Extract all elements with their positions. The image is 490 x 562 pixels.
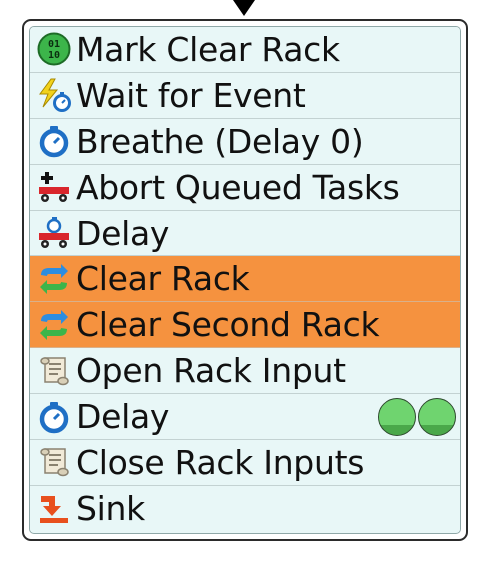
activity-label: Abort Queued Tasks	[76, 167, 400, 207]
activity-row-delay[interactable]: Delay	[30, 394, 460, 441]
activity-block[interactable]: 01 10 Mark Clear Rack Wait for Event Bre…	[22, 19, 468, 541]
activity-label: Clear Second Rack	[76, 305, 380, 345]
status-indicator-dot	[418, 397, 456, 436]
activity-label: Delay	[76, 397, 170, 437]
activity-row-delay-cart[interactable]: Delay	[30, 210, 460, 257]
activity-row-close-rack-inputs[interactable]: Close Rack Inputs	[30, 440, 460, 486]
activity-label: Breathe (Delay 0)	[76, 121, 364, 161]
activity-label: Close Rack Inputs	[76, 442, 365, 482]
cart-plus-icon	[36, 169, 72, 205]
cart-timer-icon	[36, 215, 72, 251]
svg-text:01: 01	[48, 39, 60, 50]
activity-row-breathe[interactable]: Breathe (Delay 0)	[30, 118, 460, 165]
svg-text:10: 10	[48, 50, 60, 61]
stopwatch-icon	[36, 399, 72, 435]
activity-row-abort-queued-tasks[interactable]: Abort Queued Tasks	[30, 164, 460, 211]
activity-row-open-rack-input[interactable]: Open Rack Input	[30, 348, 460, 395]
activity-label: Sink	[76, 489, 145, 529]
scroll-icon	[36, 444, 72, 480]
activity-row-clear-rack[interactable]: Clear Rack	[30, 256, 460, 303]
binary-counter-icon: 01 10	[36, 31, 72, 67]
exchange-arrows-icon	[36, 307, 72, 343]
activity-label: Open Rack Input	[76, 351, 346, 391]
scroll-icon	[36, 353, 72, 389]
stopwatch-icon	[36, 123, 72, 159]
activity-row-sink[interactable]: Sink	[30, 485, 460, 532]
activity-row-wait-for-event[interactable]: Wait for Event	[30, 72, 460, 119]
status-indicator-dot	[378, 397, 416, 436]
activity-list: 01 10 Mark Clear Rack Wait for Event Bre…	[29, 26, 461, 534]
connector-arrow-icon	[233, 0, 255, 16]
sink-arrow-icon	[36, 491, 72, 527]
activity-label: Clear Rack	[76, 259, 250, 299]
status-indicators	[378, 397, 456, 436]
activity-label: Delay	[76, 213, 170, 253]
activity-label: Wait for Event	[76, 75, 306, 115]
activity-row-clear-second-rack[interactable]: Clear Second Rack	[30, 302, 460, 349]
exchange-arrows-icon	[36, 261, 72, 297]
activity-label: Mark Clear Rack	[76, 29, 340, 69]
activity-row-mark-clear-rack[interactable]: 01 10 Mark Clear Rack	[30, 27, 460, 73]
lightning-timer-icon	[36, 77, 72, 113]
